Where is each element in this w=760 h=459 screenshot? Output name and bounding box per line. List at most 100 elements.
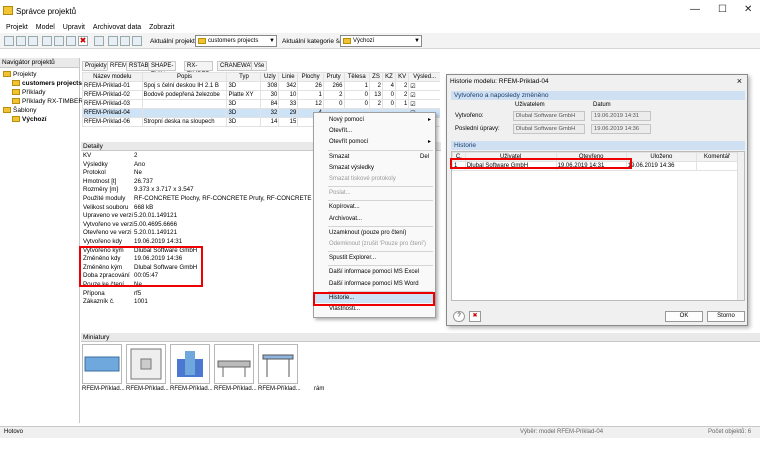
checkbox-icon[interactable]: ☑ <box>408 81 440 91</box>
close-button[interactable]: ✕ <box>744 4 752 15</box>
models-col-header[interactable]: Tělesa <box>343 72 371 82</box>
table-cell: 30 <box>260 90 280 100</box>
folder-icon <box>198 38 206 44</box>
copy-icon[interactable] <box>54 36 64 46</box>
table-row[interactable]: RFEM-Priklad-01 Spoj s čelní deskou IH 2.… <box>82 81 440 91</box>
models-col-header[interactable]: Výsled... <box>408 72 440 82</box>
context-menu-item[interactable]: Spustit Explorer... <box>314 253 435 263</box>
folder-icon <box>3 107 11 114</box>
models-col-header[interactable]: Pruty <box>322 72 345 82</box>
tree-priklady-rx-timber[interactable]: Příklady RX-TIMBER <box>12 98 83 105</box>
tree-customers-projects[interactable]: customers projects <box>12 80 82 87</box>
delete-icon[interactable]: ✖ <box>78 36 88 46</box>
save-icon[interactable] <box>28 36 38 46</box>
dialog-close-icon[interactable]: × <box>737 76 742 86</box>
tree-sablony[interactable]: Šablony <box>3 107 37 114</box>
folder-icon <box>12 98 20 105</box>
active-project-combo[interactable]: customers projects ▼ <box>195 35 277 47</box>
history-scrollbar[interactable] <box>737 152 744 300</box>
context-menu-item[interactable]: Uzamknout (pouze pro čtení) <box>314 228 435 238</box>
history-col-header[interactable]: Komentář <box>695 152 739 162</box>
menu-model[interactable]: Model <box>36 22 55 33</box>
table-cell: 19.06.2019 14:36 <box>625 161 697 171</box>
table-cell: 2 <box>369 81 383 91</box>
paste-icon[interactable] <box>66 36 76 46</box>
properties-icon[interactable] <box>94 36 104 46</box>
cancel-button[interactable]: Storno <box>707 311 745 322</box>
menu-zobrazit[interactable]: Zobrazit <box>149 22 174 33</box>
thumbnail-4[interactable] <box>214 344 254 384</box>
context-menu-item[interactable]: Další informace pomocí MS Excel <box>314 267 435 277</box>
tab-shape-thin[interactable]: SHAPE-THIN <box>148 61 177 78</box>
models-col-header[interactable]: Název modelu <box>82 72 143 82</box>
models-col-header[interactable]: KZ <box>381 72 396 82</box>
models-col-header[interactable]: KV <box>394 72 410 82</box>
thumbnail-5[interactable] <box>258 344 298 384</box>
details-value: RF-CONCRETE Plochy, RF-CONCRETE Pruty, R… <box>134 195 333 202</box>
context-menu-item[interactable]: Otevřít pomocí ▸ <box>314 137 435 147</box>
open-icon[interactable] <box>16 36 26 46</box>
thumbnail-3[interactable] <box>170 344 210 384</box>
grid-view-icon[interactable] <box>108 36 118 46</box>
tree-priklady[interactable]: Příklady <box>12 89 45 96</box>
modified-label: Poslední úpravy: <box>455 126 500 132</box>
table-row[interactable]: RFEM-Priklad-033D84331200201☑☑ <box>82 99 440 109</box>
maximize-button[interactable]: ☐ <box>718 4 727 15</box>
new-icon[interactable] <box>4 36 14 46</box>
tab-vse[interactable]: Vše <box>251 61 268 71</box>
table-cell: 10 <box>278 90 299 100</box>
table-cell: 3D <box>226 117 262 127</box>
delete-history-icon[interactable]: ✖ <box>469 311 481 322</box>
thumbnail-1[interactable] <box>82 344 122 384</box>
table-cell: Stropní deska na sloupech <box>141 117 228 127</box>
minimize-button[interactable]: — <box>690 4 700 15</box>
context-menu-item[interactable]: Otevřít... <box>314 126 435 136</box>
context-menu-item[interactable]: Nový pomocí ▸ <box>314 115 435 125</box>
thumbnail-5-image <box>262 354 294 377</box>
template-category-value: Výchozí <box>353 38 375 44</box>
table-cell: 2 <box>322 90 345 100</box>
context-menu-item[interactable]: Smazat Del <box>314 152 435 162</box>
tree-projects[interactable]: Projekty <box>3 71 36 78</box>
context-menu-item: Poslat... <box>329 190 351 197</box>
folder-icon <box>343 38 351 44</box>
help-icon[interactable]: ? <box>453 311 465 322</box>
context-menu-item[interactable]: Archivovat... <box>314 214 435 224</box>
checkbox-icon[interactable]: ☑ <box>408 99 440 109</box>
project-navigator: Navigátor projektů Projekty customers pr… <box>0 58 83 423</box>
table-cell: 2 <box>369 99 383 109</box>
menu-archivovat[interactable]: Archivovat data <box>93 22 141 33</box>
template-category-combo[interactable]: Výchozí ▼ <box>340 35 422 47</box>
models-col-header[interactable]: Plochy <box>297 72 324 82</box>
checkbox-icon[interactable]: ☑ <box>408 90 440 100</box>
tree-vychozi[interactable]: Výchozí <box>12 116 47 123</box>
table-cell: 308 <box>260 81 280 91</box>
table-cell <box>141 108 228 118</box>
models-col-header[interactable]: Typ <box>226 72 262 82</box>
ok-button[interactable]: OK <box>665 311 703 322</box>
table-cell: 0 <box>322 99 345 109</box>
context-menu-item[interactable]: Další informace pomocí MS Word <box>314 279 435 289</box>
history-col-header[interactable]: Uloženo <box>625 152 697 162</box>
details-view-icon[interactable] <box>120 36 130 46</box>
table-row[interactable]: RFEM-Priklad-02 Bodově podepřená železobe… <box>82 90 440 100</box>
toolbar: ✖ Aktuální projekt: customers projects ▼… <box>0 33 760 49</box>
menu-separator <box>328 265 433 267</box>
thumbnail-1-image <box>84 356 120 372</box>
tab-projekty[interactable]: Projekty <box>82 61 110 71</box>
thumbnail-2[interactable] <box>126 344 166 384</box>
table-cell: RFEM-Priklad-06 <box>82 117 143 127</box>
cut-icon[interactable] <box>42 36 52 46</box>
context-menu-item[interactable]: Kopírovat... <box>314 202 435 212</box>
menu-projekt[interactable]: Projekt <box>6 22 28 33</box>
folder-icon <box>3 71 11 78</box>
table-cell: 3D <box>226 108 262 118</box>
thumbnail-view-icon[interactable] <box>132 36 142 46</box>
models-col-header[interactable]: Uzly <box>260 72 280 82</box>
models-col-header[interactable]: ZS <box>369 72 383 82</box>
tab-rx-timber[interactable]: RX-TIMBER <box>184 61 213 78</box>
models-col-header[interactable]: Popis <box>141 72 228 82</box>
menu-upravit[interactable]: Upravit <box>63 22 85 33</box>
models-col-header[interactable]: Linie <box>278 72 299 82</box>
context-menu-item[interactable]: Smazat výsledky <box>314 163 435 173</box>
